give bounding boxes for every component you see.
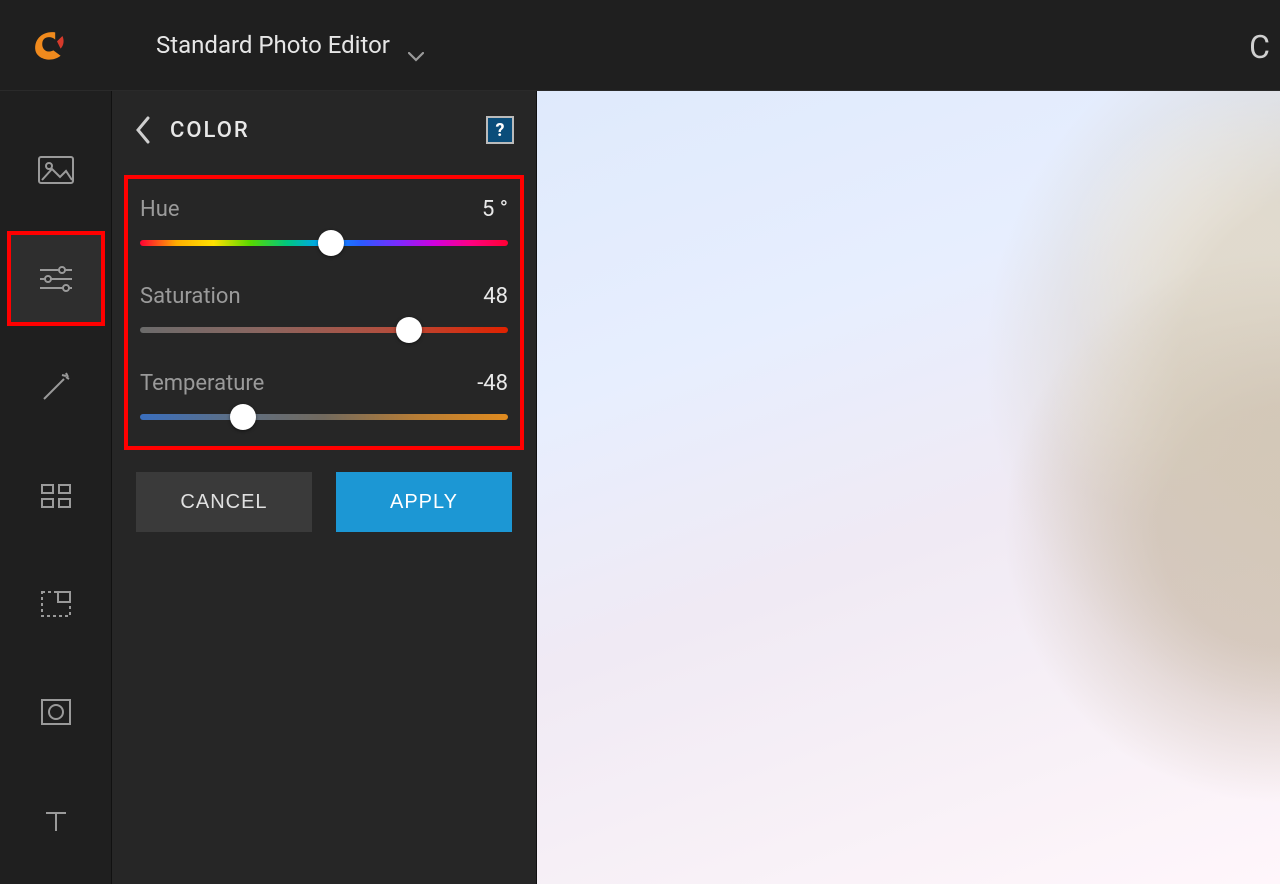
saturation-label: Saturation [140, 284, 241, 309]
app-title-text: Standard Photo Editor [156, 31, 390, 59]
rail-text[interactable] [9, 776, 103, 866]
image-canvas[interactable] [537, 91, 1280, 884]
saturation-slider[interactable] [140, 327, 508, 333]
topbar-right-control[interactable]: C [1249, 28, 1270, 66]
rail-sliders[interactable] [9, 233, 103, 323]
sliders-group-highlight: Hue 5 ° Saturation 48 [124, 175, 524, 450]
wand-icon [36, 367, 76, 407]
panel-actions: CANCEL APPLY [112, 472, 536, 532]
text-icon [36, 801, 76, 841]
rail-resize[interactable] [9, 559, 103, 649]
cancel-button[interactable]: CANCEL [136, 472, 312, 532]
rail-wand[interactable] [9, 342, 103, 432]
apply-button[interactable]: APPLY [336, 472, 512, 532]
rail-image[interactable] [9, 125, 103, 215]
saturation-value: 48 [483, 284, 508, 309]
circle-frame-icon [36, 692, 76, 732]
temperature-slider[interactable] [140, 414, 508, 420]
temperature-value: -48 [477, 371, 508, 396]
saturation-thumb[interactable] [396, 317, 422, 343]
saturation-slider-group: Saturation 48 [140, 284, 508, 333]
tool-rail [0, 91, 112, 884]
image-icon [36, 150, 76, 190]
resize-icon [36, 584, 76, 624]
temperature-thumb[interactable] [230, 404, 256, 430]
chevron-down-icon [408, 40, 424, 50]
app-logo [30, 27, 66, 63]
color-panel: COLOR ? Hue 5 ° Saturation [112, 91, 537, 884]
app-title-dropdown[interactable]: Standard Photo Editor [156, 31, 424, 59]
topbar: Standard Photo Editor C [0, 0, 1280, 90]
hue-slider-group: Hue 5 ° [140, 197, 508, 246]
hue-label: Hue [140, 197, 180, 222]
panel-title: COLOR [170, 118, 250, 143]
panel-header: COLOR ? [112, 115, 536, 175]
sliders-icon [36, 259, 76, 299]
hue-value: 5 ° [482, 197, 508, 222]
temperature-label: Temperature [140, 371, 264, 396]
temperature-slider-group: Temperature -48 [140, 371, 508, 420]
hue-thumb[interactable] [318, 230, 344, 256]
hue-slider[interactable] [140, 240, 508, 246]
help-button[interactable]: ? [486, 116, 514, 144]
grid-icon [36, 475, 76, 515]
rail-shape[interactable] [9, 667, 103, 757]
rail-grid[interactable] [9, 450, 103, 540]
back-button[interactable] [134, 115, 152, 145]
